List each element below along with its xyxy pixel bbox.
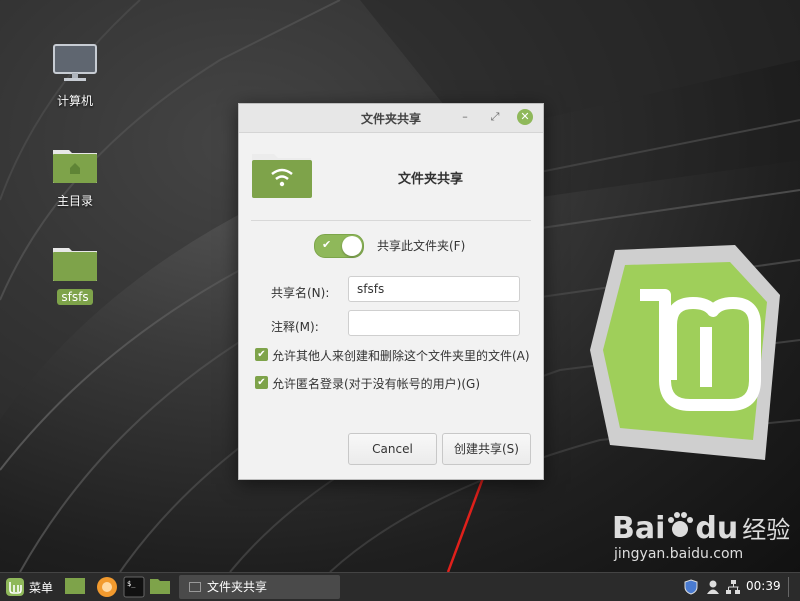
firefox-icon (97, 577, 117, 597)
guest-access-label: 允许匿名登录(对于没有帐号的用户)(G) (272, 377, 481, 391)
firefox-launcher[interactable] (96, 576, 118, 598)
desktop-icon (65, 578, 85, 594)
allow-others-label: 允许其他人来创建和删除这个文件夹里的文件(A) (272, 349, 530, 363)
window-icon (189, 582, 201, 592)
menu-button[interactable]: 菜单 (5, 576, 60, 598)
minimize-icon[interactable]: – (457, 109, 473, 125)
computer-icon (53, 44, 97, 81)
home-folder-icon (53, 150, 97, 183)
taskbar-window-folder-sharing[interactable]: 文件夹共享 (179, 575, 340, 599)
mint-menu-icon (6, 578, 24, 596)
taskbar: 菜单 $_ 文件夹共享 00:39 (0, 572, 800, 601)
watermark-url: jingyan.baidu.com (614, 546, 744, 562)
baidu-brand-2: du (695, 511, 739, 546)
create-share-button[interactable]: 创建共享(S) (442, 433, 531, 465)
desktop-icon-label: 计算机 (56, 94, 93, 108)
svg-text:$_: $_ (127, 580, 136, 588)
guest-access-checkbox[interactable]: ✔ (255, 376, 268, 389)
clock[interactable]: 00:39 (746, 579, 781, 593)
desktop-icon-home[interactable]: 主目录 (30, 146, 120, 210)
terminal-icon: $_ (123, 576, 145, 598)
comment-label: 注释(M): (271, 320, 319, 334)
taskbar-window-label: 文件夹共享 (207, 580, 268, 594)
comment-input[interactable] (348, 310, 520, 336)
divider (251, 220, 531, 221)
desktop-icon-sfsfs[interactable]: sfsfs (30, 244, 120, 305)
folder-sharing-dialog: 文件夹共享 – ⤢ ✕ 文件夹共享 ✔ 共享此文件夹(F) 共享名(N): 注释… (238, 103, 544, 480)
paw-icon (668, 512, 694, 537)
shared-folder-icon (252, 154, 312, 198)
files-launcher[interactable] (149, 576, 171, 598)
maximize-icon[interactable]: ⤢ (487, 109, 503, 125)
baidu-watermark: Bai du 经验 jingyan.baidu.com (612, 510, 790, 562)
dialog-titlebar[interactable]: 文件夹共享 – ⤢ ✕ (239, 104, 543, 133)
terminal-launcher[interactable]: $_ (123, 576, 145, 598)
share-folder-toggle[interactable]: ✔ (314, 234, 364, 258)
share-folder-label: 共享此文件夹(F) (377, 239, 466, 253)
show-desktop-launcher[interactable] (64, 576, 86, 598)
baidu-brand-cn: 经验 (742, 516, 791, 544)
dialog-header: 文件夹共享 (251, 150, 531, 210)
menu-label: 菜单 (29, 581, 54, 595)
folder-icon (53, 248, 97, 281)
folder-icon (150, 579, 170, 594)
desktop-icon-label: sfsfs (57, 289, 93, 305)
close-icon[interactable]: ✕ (517, 109, 533, 125)
shield-icon[interactable] (683, 579, 699, 595)
share-name-label: 共享名(N): (271, 286, 330, 300)
desktop-icon-computer[interactable]: 计算机 (30, 44, 120, 110)
allow-others-checkbox[interactable]: ✔ (255, 348, 268, 361)
dialog-header-title: 文件夹共享 (398, 172, 464, 187)
network-icon[interactable] (725, 579, 741, 595)
linux-mint-logo (590, 245, 780, 460)
toggle-knob (342, 236, 362, 256)
show-desktop-corner[interactable] (788, 577, 798, 597)
desktop-icon-label: 主目录 (56, 194, 93, 208)
cancel-button[interactable]: Cancel (348, 433, 437, 465)
check-icon: ✔ (322, 238, 332, 251)
user-icon[interactable] (706, 579, 720, 595)
baidu-brand: Bai (612, 511, 666, 546)
share-name-input[interactable] (348, 276, 520, 302)
